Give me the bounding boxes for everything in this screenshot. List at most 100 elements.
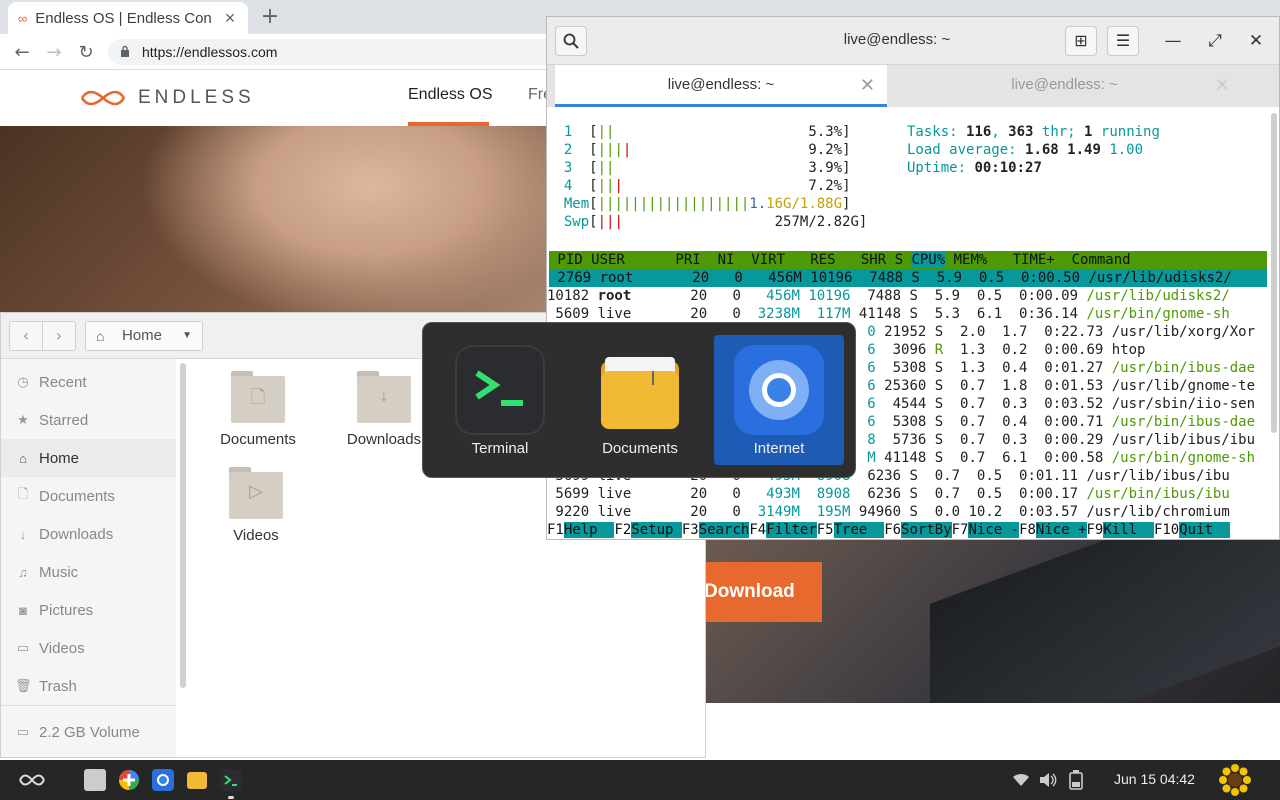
sidebar-item-label: Pictures [39, 601, 94, 619]
video-icon: ▭ [16, 640, 30, 655]
document-icon: 🗋 [17, 486, 29, 501]
music-icon: ♫ [18, 564, 28, 580]
menu-button[interactable]: ☰ [1107, 26, 1139, 56]
process-row-selected[interactable]: 2769 root 20 0 456M 10196 7488 S 5.9 0.5… [549, 269, 1267, 287]
google-plus-icon[interactable] [118, 769, 140, 791]
cpu-meter: 2 [|||| 9.2%] [563, 142, 851, 158]
home-icon: ⌂ [96, 328, 105, 344]
endless-favicon-icon: ∞ [18, 10, 28, 26]
sidebar-item-label: Videos [39, 639, 85, 657]
sidebar-item-starred[interactable]: ★ Starred [1, 401, 176, 439]
switcher-label: Internet [753, 440, 805, 457]
maximize-button[interactable]: ⤢ [1203, 29, 1227, 53]
clock-icon: ◷ [17, 374, 29, 389]
process-table-header[interactable]: PID USER PRI NI VIRT RES SHR S CPU% MEM%… [549, 251, 1267, 269]
user-avatar[interactable] [1218, 763, 1252, 797]
swap-meter: Swp[||| 257M/2.82G] [563, 214, 868, 230]
cpu-meter: 3 [|| 3.9%] [563, 160, 851, 176]
sidebar-item-videos[interactable]: ▭ Videos [1, 629, 176, 667]
close-button[interactable]: ✕ [1244, 29, 1268, 53]
folder-label: Documents [220, 431, 296, 448]
switcher-label: Terminal [471, 440, 529, 457]
folder-label: Videos [233, 527, 279, 544]
new-tab-button[interactable]: + [258, 4, 282, 30]
switcher-terminal[interactable]: Terminal [435, 335, 565, 465]
folder-item[interactable]: 🗋 Documents [203, 371, 313, 448]
sidebar-item-trash[interactable]: 🗑 Trash [1, 667, 176, 705]
sidebar-item-recent[interactable]: ◷ Recent [1, 363, 176, 401]
sidebar-item-label: Music [39, 563, 79, 581]
download-button[interactable]: Download [690, 562, 822, 622]
terminal-tab-label: live@endless: ~ [667, 76, 775, 93]
process-row[interactable]: 5609 live 20 0 3238M 117M 41148 S 5.3 6.… [547, 305, 1229, 323]
new-tab-button[interactable]: ⊞ [1065, 26, 1097, 56]
hamburger-menu-icon: ☰ [1115, 31, 1131, 50]
terminal-tab-bar: live@endless: ~ ✕ live@endless: ~ ✕ ▼ [547, 65, 1279, 136]
terminal-taskbar-icon[interactable] [220, 769, 242, 791]
sidebar-item-label: Downloads [39, 525, 114, 543]
sidebar-item-label: Documents [39, 487, 115, 505]
memory-meter: Mem[||||||||||||||||||1.16G/1.88G] [563, 196, 851, 212]
camera-icon: ◙ [19, 602, 27, 618]
browser-tab-title: Endless OS | Endless Con [35, 9, 212, 27]
logo-text: ENDLESS [138, 87, 255, 108]
terminal-tab-2[interactable]: live@endless: ~ ✕ [887, 65, 1242, 107]
sidebar-item-label: Home [39, 449, 80, 467]
sidebar-item-home[interactable]: ⌂ Home [1, 439, 176, 477]
process-row[interactable]: 9220 live 20 0 3149M 195M 94960 S 0.0 10… [547, 503, 1229, 521]
sidebar-item-label: Starred [39, 411, 89, 429]
address-bar[interactable]: https://endlessos.com [108, 39, 608, 65]
files-back-button[interactable]: ‹ [9, 321, 43, 351]
cpu-meter: 4 [||| 7.2%] [563, 178, 851, 194]
browser-tab[interactable]: ∞ Endless OS | Endless Con × [8, 2, 248, 34]
close-tab-icon[interactable]: ✕ [1215, 65, 1230, 105]
nav-endless-os[interactable]: Endless OS [408, 86, 492, 104]
process-row[interactable]: 5699 live 20 0 493M 8908 6236 S 0.7 0.5 … [547, 485, 1229, 503]
search-icon [563, 33, 579, 49]
htop-function-keys[interactable]: F1Help F2Setup F3SearchF4FilterF5Tree F6… [547, 521, 1279, 539]
switcher-internet[interactable]: Internet [714, 335, 844, 465]
clock[interactable]: Jun 15 04:42 [1114, 771, 1195, 787]
chromium-taskbar-icon[interactable] [152, 769, 174, 791]
sidebar-item-volume[interactable]: ▭ 2.2 GB Volume [1, 713, 176, 751]
forward-button[interactable]: → [43, 42, 65, 63]
reload-button[interactable]: ↻ [75, 42, 97, 63]
new-tab-icon: ⊞ [1074, 31, 1088, 50]
sidebar-item-documents[interactable]: 🗋 Documents [1, 477, 176, 515]
process-row[interactable]: 10182 root 20 0 456M 10196 7488 S 5.9 0.… [547, 287, 1230, 305]
sidebar-item-label: Recent [39, 373, 87, 391]
terminal-tab-1[interactable]: live@endless: ~ ✕ [555, 65, 887, 107]
cpu-meter: 1 [|| 5.3%] [563, 124, 851, 140]
close-tab-icon[interactable]: × [222, 8, 238, 29]
terminal-scrollbar[interactable] [1271, 113, 1277, 433]
sidebar-item-downloads[interactable]: ↓ Downloads [1, 515, 176, 553]
home-icon: ⌂ [19, 450, 27, 466]
folder-icon [595, 345, 685, 435]
site-content-strip [700, 703, 1280, 760]
minimize-button[interactable]: — [1161, 29, 1185, 53]
hero-child-photo [140, 126, 560, 326]
folder-icon: 🗋 [231, 371, 285, 423]
files-forward-button[interactable]: › [42, 321, 76, 351]
endless-logo[interactable]: ENDLESS [80, 86, 256, 110]
wifi-icon[interactable] [1012, 772, 1030, 788]
app-center-icon[interactable] [84, 769, 106, 791]
trash-icon: 🗑 [15, 678, 32, 693]
battery-icon[interactable] [1069, 770, 1083, 790]
sidebar-item-music[interactable]: ♫ Music [1, 553, 176, 591]
folder-item[interactable]: ▷ Videos [201, 467, 311, 544]
sidebar-scrollbar[interactable] [180, 363, 186, 688]
app-switcher: Terminal Documents Internet [422, 322, 856, 478]
lock-icon [121, 45, 129, 57]
switcher-documents[interactable]: Documents [575, 335, 705, 465]
endless-menu-icon[interactable] [18, 772, 46, 788]
download-icon: ↓ [19, 526, 27, 542]
sidebar-item-pictures[interactable]: ◙ Pictures [1, 591, 176, 629]
running-indicator [228, 796, 234, 799]
files-taskbar-icon[interactable] [186, 769, 208, 791]
terminal-search-button[interactable] [555, 26, 587, 56]
back-button[interactable]: ← [11, 42, 33, 63]
path-bar[interactable]: ⌂ Home ▼ [85, 321, 203, 351]
close-tab-icon[interactable]: ✕ [860, 65, 875, 105]
volume-icon[interactable] [1039, 772, 1057, 788]
